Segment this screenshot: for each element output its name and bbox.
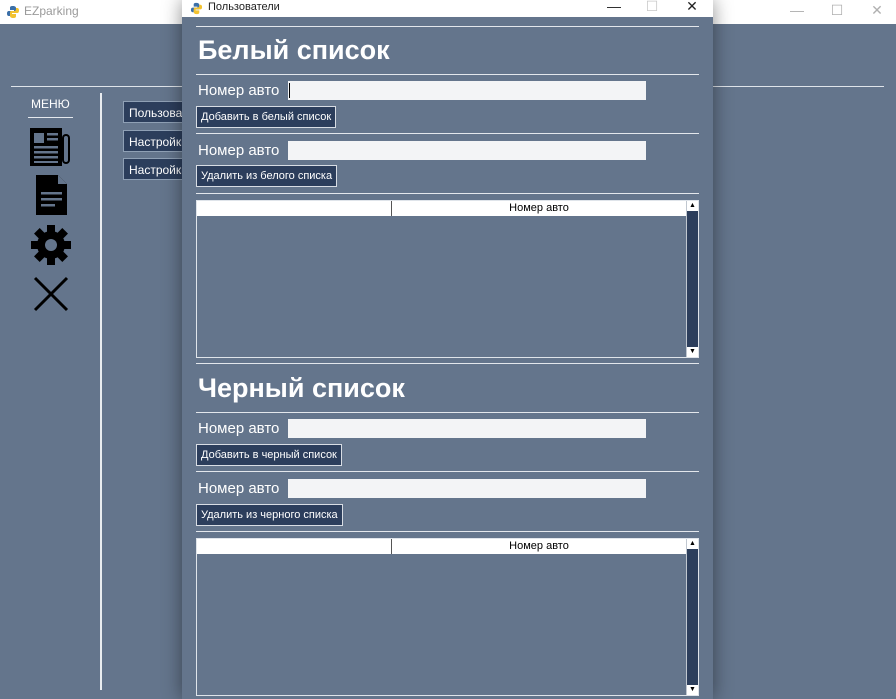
table-header-cell[interactable] bbox=[197, 201, 392, 216]
scroll-up-icon[interactable]: ▲ bbox=[687, 539, 698, 549]
table-header-cell[interactable] bbox=[197, 539, 392, 554]
blacklist-table[interactable]: Номер авто ▲ ▼ bbox=[196, 538, 699, 696]
document-icon[interactable] bbox=[28, 174, 74, 216]
main-maximize-button[interactable]: ☐ bbox=[822, 2, 852, 19]
main-window-title: EZparking bbox=[24, 4, 79, 18]
whitelist-remove-input[interactable] bbox=[288, 141, 646, 160]
blacklist-remove-label: Номер авто bbox=[198, 480, 280, 497]
scroll-up-icon[interactable]: ▲ bbox=[687, 201, 698, 211]
dialog-title: Пользователи bbox=[208, 1, 280, 13]
blacklist-add-label: Номер авто bbox=[198, 420, 280, 437]
dialog-minimize-button[interactable]: — bbox=[599, 0, 629, 14]
remove-from-whitelist-button[interactable]: Удалить из белого списка bbox=[196, 165, 338, 187]
side-button-settings-2[interactable]: Настройки bbox=[123, 158, 185, 180]
whitelist-title: Белый список bbox=[198, 35, 390, 65]
whitelist-remove-label: Номер авто bbox=[198, 142, 280, 159]
text-caret bbox=[289, 83, 290, 98]
main-minimize-button[interactable]: — bbox=[782, 2, 812, 18]
blacklist-scrollbar[interactable]: ▲ ▼ bbox=[686, 539, 698, 695]
blacklist-add-input[interactable] bbox=[288, 419, 646, 438]
scroll-down-icon[interactable]: ▼ bbox=[687, 685, 698, 695]
main-close-button[interactable]: ✕ bbox=[862, 2, 892, 19]
menu-label: МЕНЮ bbox=[31, 97, 70, 111]
newspaper-icon[interactable] bbox=[28, 126, 74, 168]
blacklist-title: Черный список bbox=[198, 373, 405, 403]
menu-separator bbox=[100, 93, 102, 690]
dialog-close-button[interactable]: ✕ bbox=[677, 0, 707, 15]
whitelist-table[interactable]: Номер авто ▲ ▼ bbox=[196, 200, 699, 358]
table-header-plate-number[interactable]: Номер авто bbox=[392, 539, 686, 554]
divider bbox=[196, 193, 699, 194]
table-header: Номер авто bbox=[197, 201, 686, 216]
whitelist-add-label: Номер авто bbox=[198, 82, 280, 99]
close-icon[interactable] bbox=[28, 274, 74, 316]
divider bbox=[196, 531, 699, 532]
whitelist-scrollbar[interactable]: ▲ ▼ bbox=[686, 201, 698, 357]
divider bbox=[196, 26, 699, 27]
scroll-down-icon[interactable]: ▼ bbox=[687, 347, 698, 357]
add-to-blacklist-button[interactable]: Добавить в черный список bbox=[196, 444, 342, 466]
divider bbox=[196, 133, 699, 134]
menu-underline bbox=[28, 117, 73, 118]
dialog-titlebar: Пользователи — ☐ ✕ bbox=[182, 0, 713, 17]
blacklist-remove-input[interactable] bbox=[288, 479, 646, 498]
users-dialog: Пользователи — ☐ ✕ Белый список Номер ав… bbox=[182, 0, 713, 699]
divider bbox=[196, 74, 699, 75]
table-header-plate-number[interactable]: Номер авто bbox=[392, 201, 686, 216]
whitelist-add-input[interactable] bbox=[288, 81, 646, 100]
side-button-settings-1[interactable]: Настройки bbox=[123, 130, 185, 152]
divider bbox=[196, 471, 699, 472]
side-button-users[interactable]: Пользователи bbox=[123, 101, 185, 123]
table-header: Номер авто bbox=[197, 539, 686, 554]
divider bbox=[196, 363, 699, 364]
add-to-whitelist-button[interactable]: Добавить в белый список bbox=[196, 106, 337, 128]
remove-from-blacklist-button[interactable]: Удалить из черного списка bbox=[196, 504, 343, 526]
divider bbox=[196, 412, 699, 413]
gear-icon[interactable] bbox=[28, 224, 74, 266]
python-icon bbox=[7, 6, 19, 18]
dialog-maximize-button[interactable]: ☐ bbox=[637, 0, 667, 15]
python-icon bbox=[190, 2, 203, 15]
